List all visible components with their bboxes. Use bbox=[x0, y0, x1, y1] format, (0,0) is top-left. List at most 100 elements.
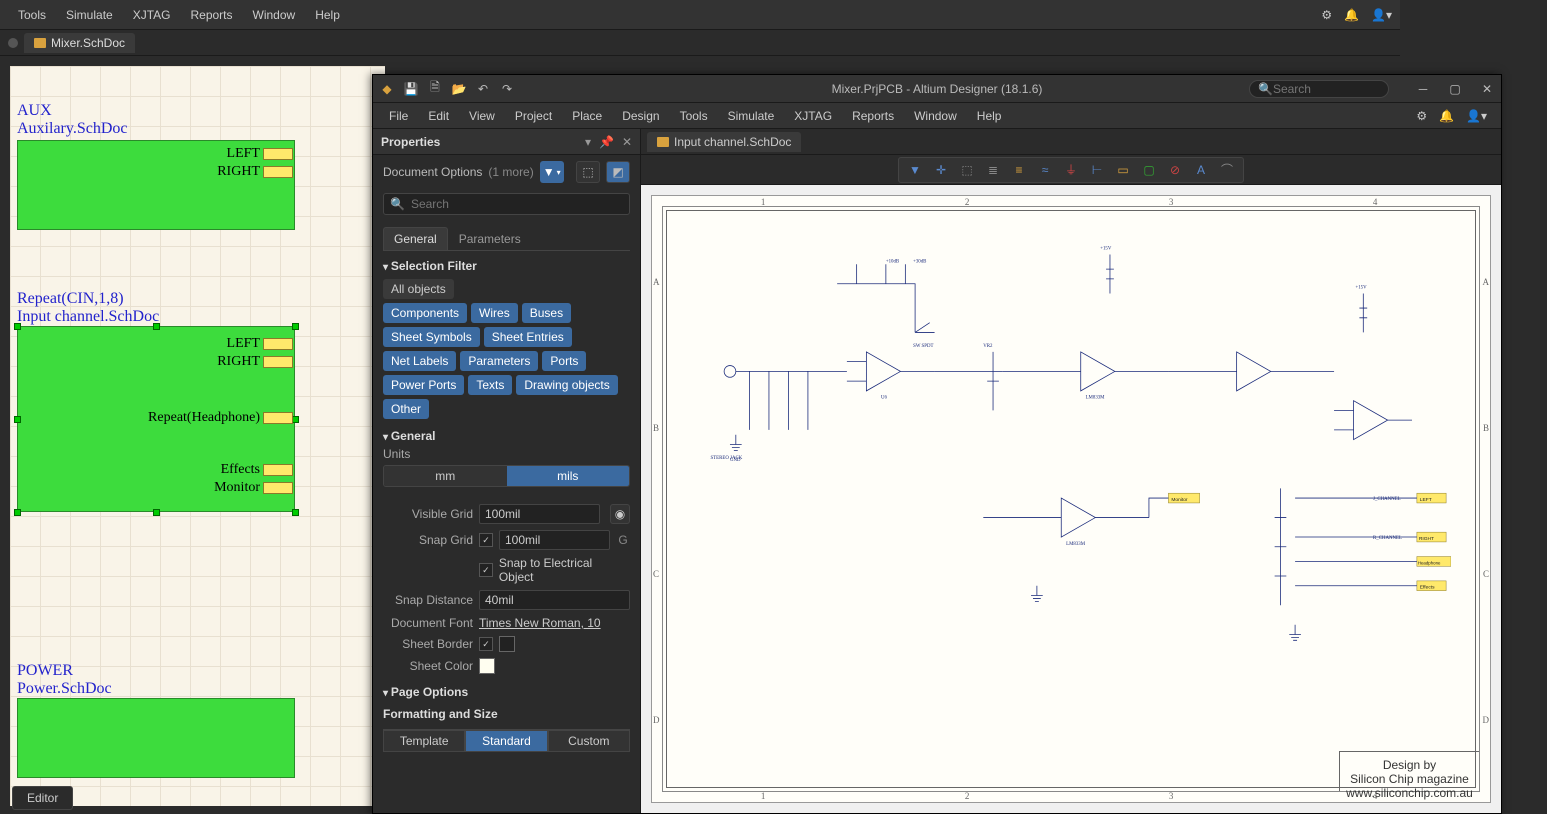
place-port-icon[interactable]: ▭ bbox=[1115, 162, 1131, 178]
chip-power-ports[interactable]: Power Ports bbox=[383, 375, 464, 395]
tab-pin-icon[interactable] bbox=[8, 38, 18, 48]
panel-search-input[interactable] bbox=[411, 197, 623, 211]
bell-icon[interactable]: 🔔 bbox=[1439, 109, 1454, 123]
select-mode-1[interactable]: ⬚ bbox=[576, 161, 600, 183]
align-icon[interactable]: ≣ bbox=[985, 162, 1001, 178]
move-icon[interactable]: ✛ bbox=[933, 162, 949, 178]
filter-icon[interactable]: ▼ bbox=[907, 162, 923, 178]
cin-port-left-shape[interactable] bbox=[263, 338, 293, 350]
chip-components[interactable]: Components bbox=[383, 303, 467, 323]
chip-ports[interactable]: Ports bbox=[542, 351, 586, 371]
fmt-standard[interactable]: Standard bbox=[465, 730, 547, 752]
section-page-options[interactable]: Page Options bbox=[373, 677, 640, 703]
bell-icon[interactable]: 🔔 bbox=[1344, 8, 1359, 22]
user-icon[interactable]: 👤▾ bbox=[1371, 8, 1392, 22]
chip-parameters[interactable]: Parameters bbox=[460, 351, 538, 371]
snap-grid-input[interactable]: 100mil bbox=[499, 530, 610, 550]
chip-all-objects[interactable]: All objects bbox=[383, 279, 454, 299]
snap-elec-checkbox[interactable]: ✓ bbox=[479, 563, 493, 577]
unit-mils[interactable]: mils bbox=[507, 466, 630, 486]
fg-menu-view[interactable]: View bbox=[459, 106, 505, 126]
fg-menu-project[interactable]: Project bbox=[505, 106, 562, 126]
panel-close-icon[interactable]: ✕ bbox=[622, 135, 632, 149]
fg-menu-window[interactable]: Window bbox=[904, 106, 967, 126]
chip-texts[interactable]: Texts bbox=[468, 375, 512, 395]
chip-buses[interactable]: Buses bbox=[522, 303, 571, 323]
redo-icon[interactable]: ↷ bbox=[499, 81, 515, 97]
doc-font-value[interactable]: Times New Roman, 10 bbox=[479, 616, 630, 630]
fg-menu-file[interactable]: File bbox=[379, 106, 418, 126]
bg-tab-mixer[interactable]: Mixer.SchDoc bbox=[24, 33, 135, 53]
editor-canvas[interactable]: 1 2 3 4 1 2 3 4 A B C D A B C bbox=[641, 185, 1501, 813]
fg-menu-help[interactable]: Help bbox=[967, 106, 1012, 126]
power-sheet-symbol[interactable] bbox=[17, 698, 295, 778]
sheet-border-checkbox[interactable]: ✓ bbox=[479, 637, 493, 651]
select-rect-icon[interactable]: ⬚ bbox=[959, 162, 975, 178]
editor-tab-input-channel[interactable]: Input channel.SchDoc bbox=[647, 132, 801, 152]
cin-port-hp-shape[interactable] bbox=[263, 412, 293, 424]
close-button[interactable]: ✕ bbox=[1479, 82, 1495, 96]
bg-status-editor[interactable]: Editor bbox=[12, 786, 73, 810]
place-arc-icon[interactable]: ⌒ bbox=[1219, 162, 1235, 178]
tab-general[interactable]: General bbox=[383, 227, 448, 250]
menu-tools[interactable]: Tools bbox=[8, 4, 56, 26]
menu-reports[interactable]: Reports bbox=[180, 4, 242, 26]
fmt-template[interactable]: Template bbox=[383, 730, 465, 752]
fg-menu-simulate[interactable]: Simulate bbox=[718, 106, 785, 126]
menu-help[interactable]: Help bbox=[305, 4, 350, 26]
section-selection-filter[interactable]: Selection Filter bbox=[373, 251, 640, 277]
save-all-icon[interactable]: 🗎 bbox=[427, 81, 443, 97]
tab-parameters[interactable]: Parameters bbox=[448, 227, 532, 250]
place-gnd-icon[interactable]: ⏚ bbox=[1063, 162, 1079, 178]
place-net-icon[interactable]: ⊢ bbox=[1089, 162, 1105, 178]
altium-logo-icon[interactable]: ◆ bbox=[379, 81, 395, 97]
chip-net-labels[interactable]: Net Labels bbox=[383, 351, 456, 371]
panel-search[interactable]: 🔍 bbox=[383, 193, 630, 215]
fg-menu-place[interactable]: Place bbox=[562, 106, 612, 126]
gear-icon[interactable]: ⚙ bbox=[1416, 109, 1427, 123]
menu-simulate[interactable]: Simulate bbox=[56, 4, 123, 26]
visible-grid-eye-icon[interactable]: ◉ bbox=[610, 504, 630, 524]
undo-icon[interactable]: ↶ bbox=[475, 81, 491, 97]
place-text-icon[interactable]: A bbox=[1193, 162, 1209, 178]
cin-port-fx-shape[interactable] bbox=[263, 464, 293, 476]
fg-menu-xjtag[interactable]: XJTAG bbox=[784, 106, 842, 126]
place-bus-icon[interactable]: ≡ bbox=[1011, 162, 1027, 178]
filter-button[interactable]: ▼▾ bbox=[540, 161, 564, 183]
fg-menu-edit[interactable]: Edit bbox=[418, 106, 459, 126]
panel-pin-icon[interactable]: 📌 bbox=[599, 135, 614, 149]
snap-grid-checkbox[interactable]: ✓ bbox=[479, 533, 493, 547]
place-sheet-icon[interactable]: ▢ bbox=[1141, 162, 1157, 178]
bg-schematic-canvas[interactable]: AUX Auxilary.SchDoc LEFT RIGHT Repeat(CI… bbox=[10, 66, 385, 806]
fg-menu-tools[interactable]: Tools bbox=[670, 106, 718, 126]
menu-xjtag[interactable]: XJTAG bbox=[123, 4, 181, 26]
aux-port-right-shape[interactable] bbox=[263, 166, 293, 178]
global-search[interactable]: 🔍 bbox=[1249, 80, 1389, 98]
gear-icon[interactable]: ⚙ bbox=[1321, 8, 1332, 22]
open-icon[interactable]: 📂 bbox=[451, 81, 467, 97]
fg-menu-reports[interactable]: Reports bbox=[842, 106, 904, 126]
panel-dropdown-icon[interactable]: ▾ bbox=[585, 135, 591, 149]
aux-port-left-shape[interactable] bbox=[263, 148, 293, 160]
user-icon[interactable]: 👤▾ bbox=[1466, 109, 1487, 123]
chip-other[interactable]: Other bbox=[383, 399, 429, 419]
place-noerc-icon[interactable]: ⊘ bbox=[1167, 162, 1183, 178]
chip-wires[interactable]: Wires bbox=[471, 303, 518, 323]
fg-menu-design[interactable]: Design bbox=[612, 106, 669, 126]
cin-port-right-shape[interactable] bbox=[263, 356, 293, 368]
visible-grid-input[interactable]: 100mil bbox=[479, 504, 600, 524]
place-wire-icon[interactable]: ≈ bbox=[1037, 162, 1053, 178]
section-general[interactable]: General bbox=[373, 421, 640, 447]
fmt-custom[interactable]: Custom bbox=[548, 730, 630, 752]
unit-mm[interactable]: mm bbox=[384, 466, 507, 486]
sheet-color-swatch[interactable] bbox=[479, 658, 495, 674]
schematic-sheet[interactable]: 1 2 3 4 1 2 3 4 A B C D A B C bbox=[651, 195, 1491, 803]
maximize-button[interactable]: ▢ bbox=[1447, 82, 1463, 96]
chip-drawing-objects[interactable]: Drawing objects bbox=[516, 375, 617, 395]
cin-port-mon-shape[interactable] bbox=[263, 482, 293, 494]
sheet-border-color[interactable] bbox=[499, 636, 515, 652]
chip-sheet-symbols[interactable]: Sheet Symbols bbox=[383, 327, 480, 347]
menu-window[interactable]: Window bbox=[243, 4, 306, 26]
minimize-button[interactable]: ─ bbox=[1415, 82, 1431, 96]
select-mode-2[interactable]: ◩ bbox=[606, 161, 630, 183]
